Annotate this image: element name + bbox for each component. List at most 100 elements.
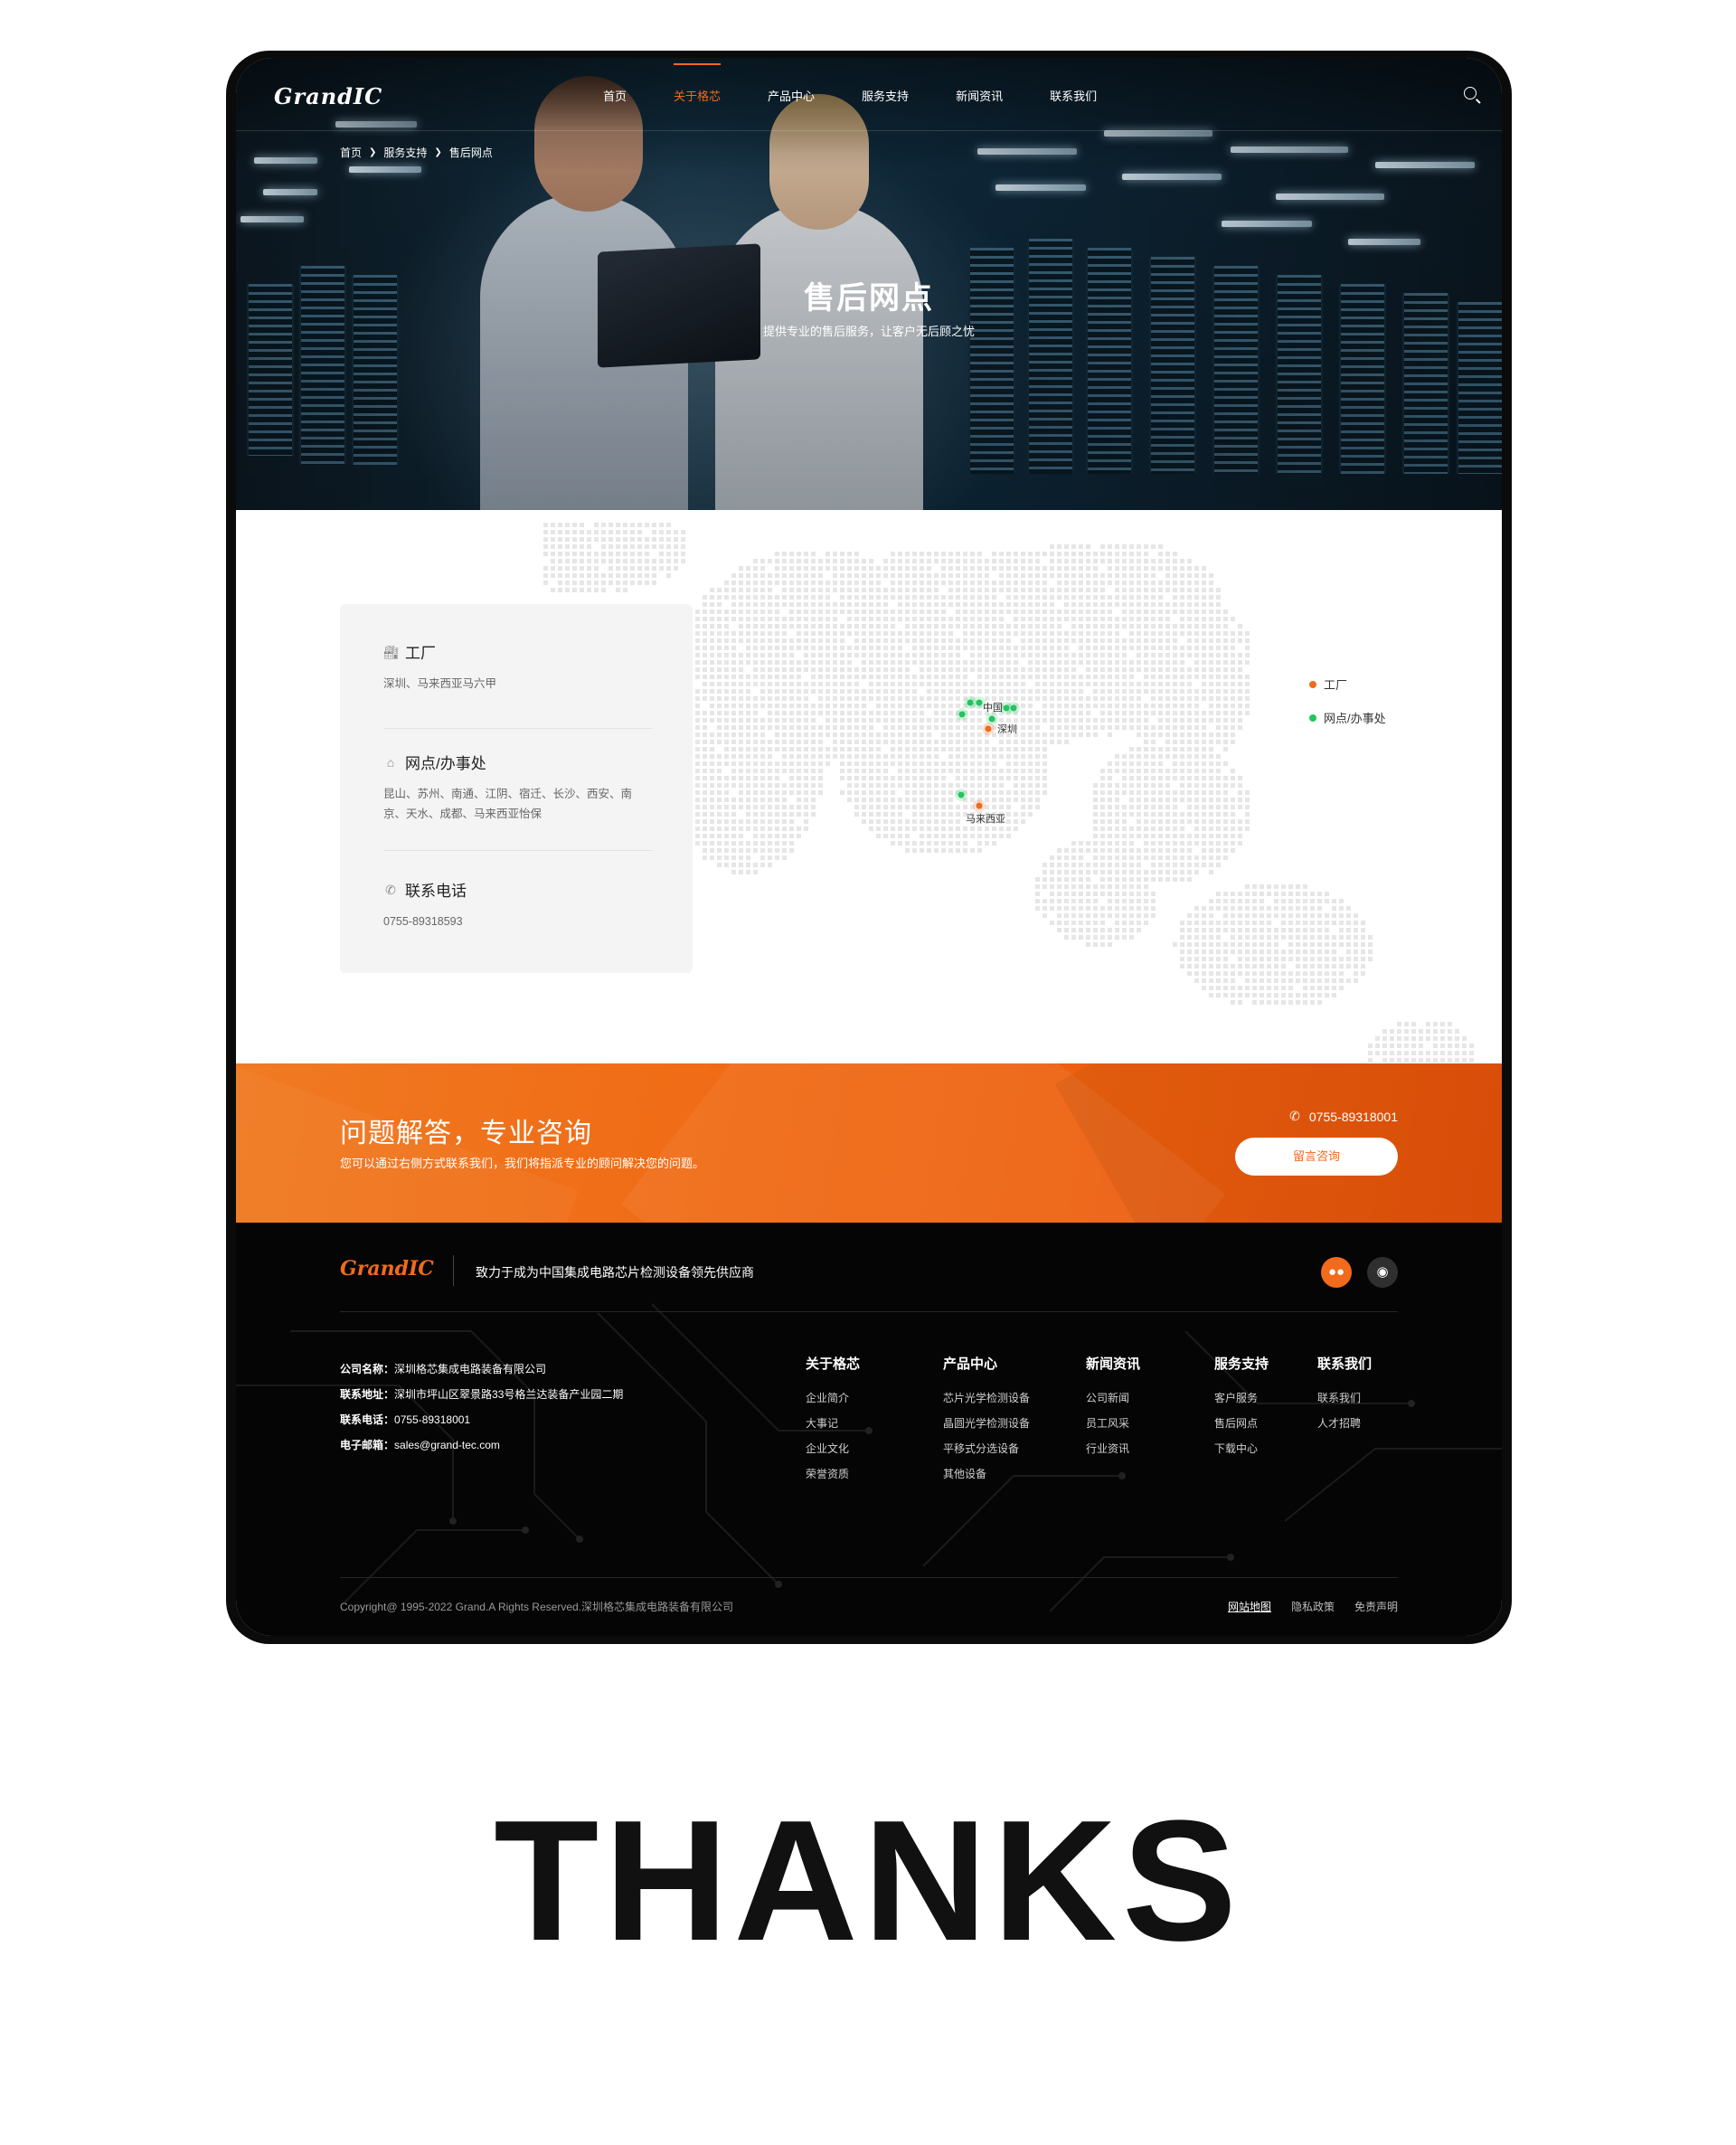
breadcrumb-service[interactable]: 服务支持 — [383, 145, 427, 160]
email-label: 电子邮箱： — [340, 1439, 395, 1451]
company-label: 公司名称： — [340, 1363, 395, 1375]
phone-label: 联系电话： — [340, 1413, 395, 1426]
factory-block: 🏭︎ 工厂 深圳、马来西亚马六甲 — [383, 640, 653, 694]
nav-news[interactable]: 新闻资讯 — [956, 58, 1003, 130]
privacy-link[interactable]: 隐私政策 — [1291, 1599, 1335, 1614]
footer-col-title[interactable]: 产品中心 — [943, 1354, 1030, 1373]
footer-link[interactable]: 公司新闻 — [1086, 1385, 1140, 1411]
office-marker[interactable] — [976, 699, 983, 706]
factory-marker[interactable] — [976, 802, 983, 809]
footer-col-title[interactable]: 关于格芯 — [806, 1354, 860, 1373]
cta-title: 问题解答，专业咨询 — [340, 1119, 592, 1148]
footer-logo[interactable]: GrandIC — [340, 1257, 434, 1280]
office-block: ⌂ 网点/办事处 昆山、苏州、南通、江阴、宿迁、长沙、西安、南京、天水、成都、马… — [383, 751, 653, 824]
page-title: 售后网点 — [804, 281, 934, 316]
nav-products[interactable]: 产品中心 — [768, 58, 815, 130]
breadcrumb-current: 售后网点 — [448, 146, 493, 159]
chevron-right-icon: ❯ — [434, 147, 442, 157]
building-icon: ⌂ — [386, 754, 395, 770]
device-frame: GrandIC 首页 关于格芯 产品中心 服务支持 新闻资讯 联系我们 首页 ❯… — [226, 51, 1512, 1644]
footer-contact: 公司名称：深圳格芯集成电路装备有限公司 联系地址：深圳市坪山区翠景路33号格兰达… — [340, 1356, 623, 1458]
nav-service[interactable]: 服务支持 — [862, 58, 909, 130]
footer-link[interactable]: 其他设备 — [943, 1461, 1030, 1487]
page-subtitle: 提供专业的售后服务，让客户无后顾之忧 — [762, 325, 975, 338]
footer-col-service: 服务支持 客户服务 售后网点 下载中心 — [1214, 1354, 1269, 1461]
factory-title: 工厂 — [405, 645, 436, 662]
phone-block: ✆ 联系电话 0755-89318593 — [383, 878, 653, 931]
phone-icon: ✆ — [1289, 1109, 1300, 1123]
site-logo[interactable]: GrandIC — [274, 83, 382, 109]
cta-phone-number: 0755-89318001 — [1308, 1109, 1398, 1124]
footer-link[interactable]: 行业资讯 — [1086, 1436, 1140, 1461]
wechat-icon[interactable]: ●● — [1321, 1257, 1352, 1288]
hero-banner: GrandIC 首页 关于格芯 产品中心 服务支持 新闻资讯 联系我们 首页 ❯… — [236, 58, 1502, 510]
divider — [383, 728, 653, 729]
office-marker[interactable] — [958, 791, 965, 798]
disclaimer-link[interactable]: 免责声明 — [1354, 1599, 1398, 1614]
office-marker[interactable] — [988, 715, 995, 723]
office-text: 昆山、苏州、南通、江阴、宿迁、长沙、西安、南京、天水、成都、马来西亚怡保 — [383, 788, 633, 820]
footer-bottom-links: 网站地图 隐私政策 免责声明 — [1228, 1599, 1398, 1614]
weibo-icon[interactable]: ◉ — [1367, 1257, 1398, 1288]
main-nav: 首页 关于格芯 产品中心 服务支持 新闻资讯 联系我们 — [603, 58, 1144, 130]
factory-text: 深圳、马来西亚马六甲 — [383, 677, 497, 690]
service-network-section: 中国深圳马来西亚 🏭︎ 工厂 深圳、马来西亚马六甲 ⌂ 网点/办事处 昆山、苏州… — [236, 510, 1502, 1063]
search-icon[interactable] — [1464, 87, 1477, 99]
leave-message-button[interactable]: 留言咨询 — [1235, 1138, 1398, 1176]
footer-link[interactable]: 客户服务 — [1214, 1385, 1269, 1411]
footer-link[interactable]: 平移式分选设备 — [943, 1436, 1030, 1461]
breadcrumb: 首页 ❯ 服务支持 ❯ 售后网点 — [340, 145, 493, 160]
office-marker[interactable] — [1010, 704, 1017, 712]
footer-link[interactable]: 荣誉资质 — [806, 1461, 860, 1487]
footer-link[interactable]: 下载中心 — [1214, 1436, 1269, 1461]
footer-link[interactable]: 芯片光学检测设备 — [943, 1385, 1030, 1411]
company-name: 深圳格芯集成电路装备有限公司 — [394, 1363, 547, 1375]
info-card: 🏭︎ 工厂 深圳、马来西亚马六甲 ⌂ 网点/办事处 昆山、苏州、南通、江阴、宿迁… — [340, 604, 693, 973]
thanks-heading: THANKS — [494, 1785, 1242, 1977]
footer-col-title[interactable]: 新闻资讯 — [1086, 1354, 1140, 1373]
factory-marker-icon — [1309, 680, 1316, 688]
divider — [453, 1255, 454, 1286]
map-label-shenzhen: 深圳 — [997, 723, 1017, 735]
copyright: Copyright@ 1995-2022 Grand.A Rights Rese… — [340, 1601, 733, 1613]
company-email[interactable]: sales@grand-tec.com — [394, 1439, 500, 1451]
footer-link[interactable]: 人才招聘 — [1317, 1411, 1372, 1436]
footer-link[interactable]: 大事记 — [806, 1411, 860, 1436]
phone-text: 0755-89318593 — [383, 915, 463, 928]
footer-link[interactable]: 晶圆光学检测设备 — [943, 1411, 1030, 1436]
footer-col-title[interactable]: 服务支持 — [1214, 1354, 1269, 1373]
factory-marker[interactable] — [985, 725, 992, 732]
breadcrumb-home[interactable]: 首页 — [340, 145, 362, 160]
chevron-right-icon: ❯ — [369, 147, 377, 157]
office-marker[interactable] — [967, 699, 974, 706]
cta-subtitle: 您可以通过右侧方式联系我们，我们将指派专业的顾问解决您的问题。 — [340, 1157, 705, 1170]
footer-link[interactable]: 企业文化 — [806, 1436, 860, 1461]
divider — [340, 1577, 1398, 1578]
legend-office-label: 网点/办事处 — [1324, 712, 1386, 725]
footer-slogan: 致力于成为中国集成电路芯片检测设备领先供应商 — [476, 1265, 754, 1280]
footer-link[interactable]: 员工风采 — [1086, 1411, 1140, 1436]
consult-banner: 问题解答，专业咨询 您可以通过右侧方式联系我们，我们将指派专业的顾问解决您的问题… — [236, 1063, 1502, 1223]
nav-about[interactable]: 关于格芯 — [674, 58, 722, 130]
factory-icon: 🏭︎ — [383, 644, 400, 659]
footer-link[interactable]: 联系我们 — [1317, 1385, 1372, 1411]
nav-contact[interactable]: 联系我们 — [1050, 58, 1097, 130]
cta-phone: ✆ 0755-89318001 — [1289, 1109, 1398, 1124]
office-title: 网点/办事处 — [405, 755, 486, 772]
footer-col-title[interactable]: 联系我们 — [1317, 1354, 1372, 1373]
site-footer: GrandIC 致力于成为中国集成电路芯片检测设备领先供应商 ●● ◉ 公司名称… — [236, 1223, 1502, 1636]
footer-link[interactable]: 企业简介 — [806, 1385, 860, 1411]
office-marker[interactable] — [958, 711, 966, 718]
sitemap-link[interactable]: 网站地图 — [1228, 1599, 1271, 1614]
nav-home[interactable]: 首页 — [603, 58, 627, 130]
legend-factory-label: 工厂 — [1324, 678, 1348, 692]
footer-link[interactable]: 售后网点 — [1214, 1411, 1269, 1436]
map-label-china: 中国 — [983, 702, 1003, 713]
footer-col-about: 关于格芯 企业简介 大事记 企业文化 荣誉资质 — [806, 1354, 860, 1487]
map-label-malaysia: 马来西亚 — [966, 813, 1005, 825]
address-label: 联系地址： — [340, 1388, 395, 1401]
legend-office: 网点/办事处 — [1309, 709, 1386, 726]
company-address: 深圳市坪山区翠景路33号格兰达装备产业园二期 — [394, 1388, 624, 1401]
divider — [383, 850, 653, 851]
divider — [340, 1311, 1398, 1312]
